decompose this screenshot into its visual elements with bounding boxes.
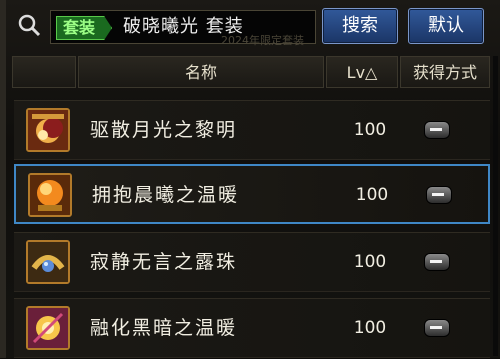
- search-button[interactable]: 搜索: [322, 8, 398, 44]
- item-name: 拥抱晨曦之温暖: [92, 184, 240, 206]
- item-name: 寂静无言之露珠: [90, 251, 238, 273]
- minus-icon[interactable]: [424, 253, 450, 271]
- header-source[interactable]: 获得方式: [400, 56, 490, 88]
- table-row[interactable]: 寂静无言之露珠 100: [14, 232, 490, 292]
- table-row[interactable]: 拥抱晨曦之温暖 100: [14, 164, 490, 224]
- minus-icon[interactable]: [424, 121, 450, 139]
- table-row[interactable]: 驱散月光之黎明 100: [14, 100, 490, 160]
- header-name[interactable]: 名称: [78, 56, 324, 88]
- item-level: 100: [355, 185, 389, 205]
- scrollbar[interactable]: [493, 56, 498, 356]
- glow-orb-icon: [26, 306, 70, 350]
- minus-icon[interactable]: [424, 319, 450, 337]
- default-button[interactable]: 默认: [408, 8, 484, 44]
- item-name: 融化黑暗之温暖: [90, 317, 238, 339]
- minus-icon[interactable]: [426, 186, 452, 204]
- header-icon-column: [12, 56, 76, 88]
- search-icon[interactable]: [14, 12, 44, 42]
- moon-sun-icon: [26, 108, 70, 152]
- item-level: 100: [353, 318, 387, 338]
- header-level[interactable]: Lv△: [326, 56, 398, 88]
- item-level: 100: [353, 120, 387, 140]
- table-row[interactable]: 融化黑暗之温暖 100: [14, 298, 490, 358]
- filter-tag[interactable]: 套装: [56, 16, 113, 40]
- item-name: 驱散月光之黎明: [90, 119, 238, 141]
- item-level: 100: [353, 252, 387, 272]
- table-header: 名称 Lv△ 获得方式: [12, 56, 490, 88]
- search-input[interactable]: 套装 破晓曦光 套装 2024年限定套装: [50, 10, 316, 47]
- dewdrop-belt-icon: [26, 240, 70, 284]
- background-hint-text: 2024年限定套装: [221, 34, 304, 47]
- search-bar: 套装 破晓曦光 套装 2024年限定套装 搜索 默认: [10, 8, 490, 47]
- sun-orb-icon: [28, 173, 72, 217]
